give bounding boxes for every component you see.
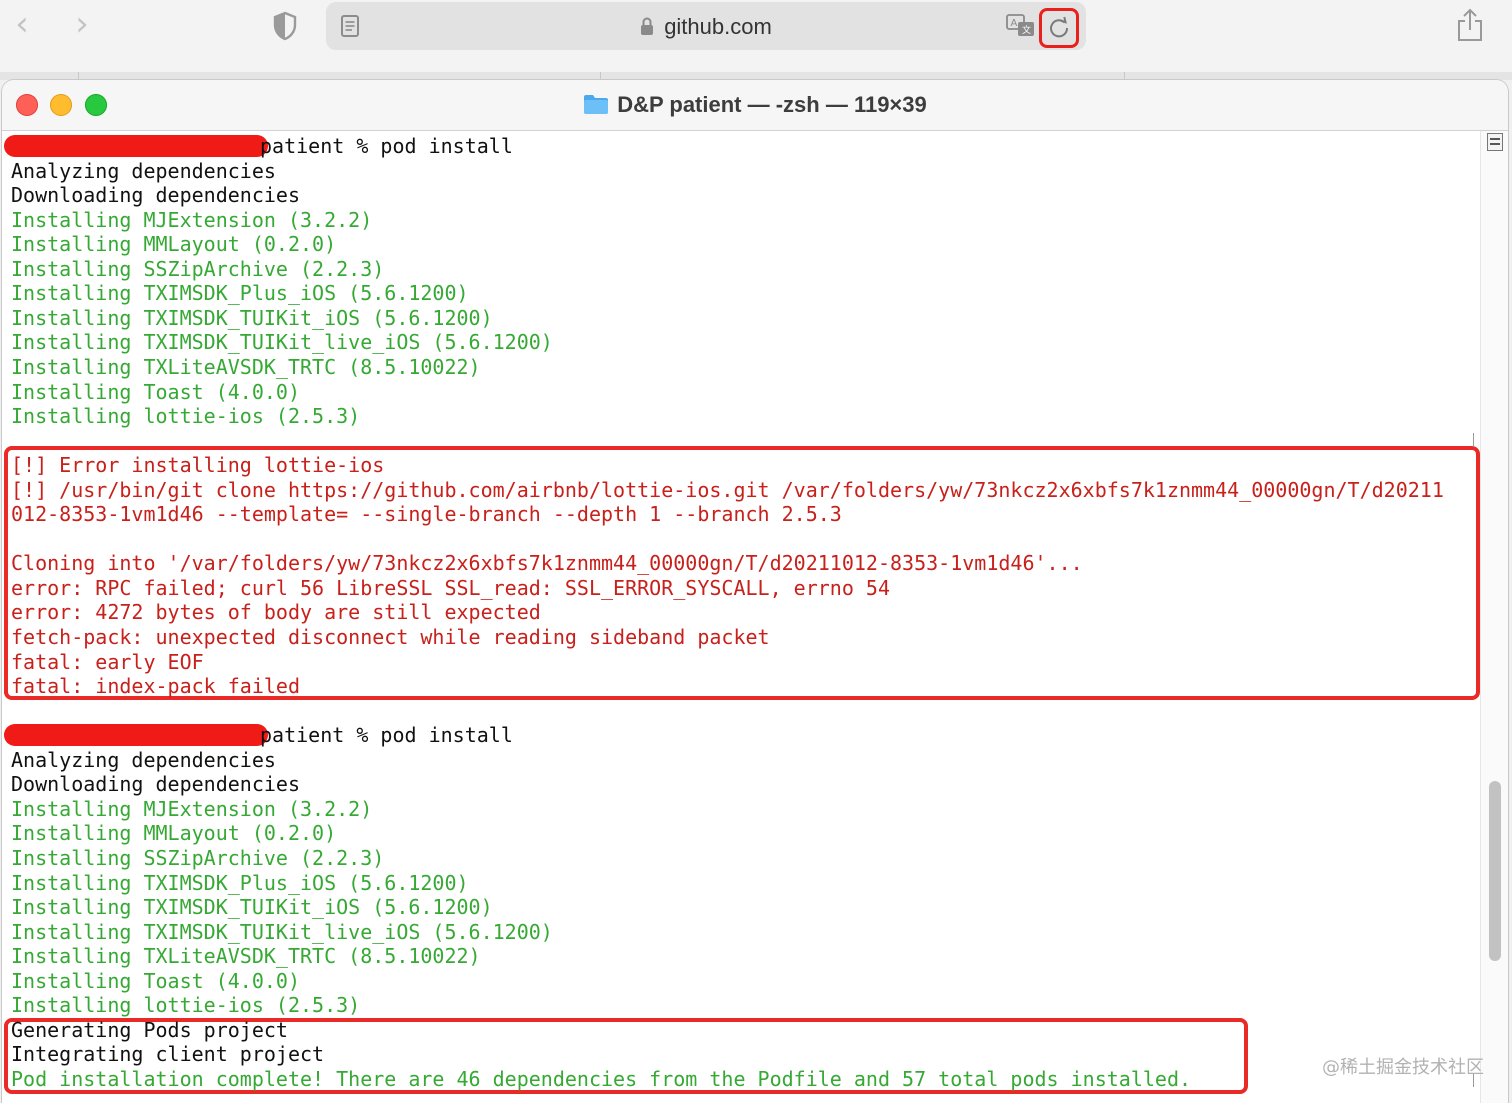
prompt-line: patient % pod install	[260, 134, 513, 158]
watermark: @稀土掘金技术社区	[1322, 1057, 1484, 1078]
svg-text:A: A	[1011, 18, 1018, 29]
terminal-line: Installing TXIMSDK_TUIKit_iOS (5.6.1200)	[11, 895, 493, 920]
redacted-path	[4, 724, 268, 747]
tab-divider	[1124, 72, 1125, 80]
scrollbar[interactable]	[1480, 131, 1508, 1103]
terminal-line: fatal: early EOF	[11, 649, 204, 674]
terminal-line: Cloning into '/var/folders/yw/73nkcz2x6x…	[11, 551, 1083, 576]
tab-divider	[600, 72, 601, 80]
split-pane-button[interactable]	[1487, 133, 1503, 151]
url-text: github.com	[664, 14, 772, 39]
translate-button[interactable]: A 文	[1006, 13, 1036, 39]
back-button[interactable]: ‹	[8, 7, 36, 42]
terminal-line: Installing Toast (4.0.0)	[11, 379, 300, 404]
terminal-line: error: RPC failed; curl 56 LibreSSL SSL_…	[11, 575, 890, 600]
terminal-line: [!] /usr/bin/git clone https://github.co…	[11, 477, 1444, 502]
terminal-output[interactable]: patient % pod install Analyzing dependenc…	[2, 131, 1480, 1103]
terminal-line: Installing TXIMSDK_Plus_iOS (5.6.1200)	[11, 281, 469, 306]
terminal-line: Installing TXLiteAVSDK_TRTC (8.5.10022)	[11, 944, 481, 969]
scrollbar-thumb[interactable]	[1489, 781, 1501, 961]
terminal-line: Installing lottie-ios (2.5.3)	[11, 404, 361, 429]
lock-icon	[641, 17, 654, 35]
terminal-line: Analyzing dependencies	[11, 747, 276, 772]
terminal-line: Installing TXIMSDK_TUIKit_live_iOS (5.6.…	[11, 330, 553, 355]
terminal-line: Pod installation complete! There are 46 …	[11, 1066, 1192, 1091]
terminal-window: D&P patient — -zsh — 119×39 patient % po…	[2, 80, 1508, 1103]
terminal-line: 012-8353-1vm1d46 --template= --single-br…	[11, 502, 842, 527]
svg-text:文: 文	[1022, 24, 1031, 36]
terminal-line: Installing MMLayout (0.2.0)	[11, 821, 337, 846]
terminal-line: Installing TXIMSDK_Plus_iOS (5.6.1200)	[11, 870, 469, 895]
terminal-line: Installing MJExtension (3.2.2)	[11, 796, 373, 821]
redacted-path	[4, 135, 268, 157]
terminal-line: Downloading dependencies	[11, 183, 300, 208]
reload-button[interactable]	[1039, 8, 1079, 48]
terminal-line: Installing TXIMSDK_TUIKit_iOS (5.6.1200)	[11, 305, 493, 330]
terminal-titlebar[interactable]: D&P patient — -zsh — 119×39	[2, 80, 1508, 131]
chevron-left-icon: ‹	[15, 4, 29, 44]
window-title: D&P patient — -zsh — 119×39	[2, 90, 1508, 120]
privacy-report-button[interactable]	[272, 11, 298, 41]
terminal-line: Integrating client project	[11, 1042, 325, 1067]
prompt-line: patient % pod install	[260, 723, 513, 748]
forward-button[interactable]: ›	[68, 7, 96, 42]
url-display[interactable]: github.com	[326, 12, 1086, 42]
terminal-line: Installing TXLiteAVSDK_TRTC (8.5.10022)	[11, 354, 481, 379]
chevron-right-icon: ›	[75, 4, 89, 44]
window-title-text: D&P patient — -zsh — 119×39	[617, 92, 927, 117]
terminal-line: Installing TXIMSDK_TUIKit_live_iOS (5.6.…	[11, 919, 553, 944]
terminal-line: Installing SSZipArchive (2.2.3)	[11, 256, 385, 281]
folder-icon	[584, 95, 609, 114]
translate-icon: A 文	[1006, 14, 1034, 36]
terminal-line: Downloading dependencies	[11, 772, 300, 797]
terminal-line: Installing MJExtension (3.2.2)	[11, 207, 373, 232]
shield-icon	[273, 11, 297, 41]
terminal-line: fatal: index-pack failed	[11, 674, 300, 699]
margin-mark	[1473, 433, 1474, 447]
browser-toolbar: ‹ › github.com A 文	[0, 0, 1512, 73]
reload-icon	[1050, 16, 1069, 38]
terminal-line: [!] Error installing lottie-ios	[11, 453, 385, 478]
terminal-line: fetch-pack: unexpected disconnect while …	[11, 625, 770, 649]
terminal-line: Installing SSZipArchive (2.2.3)	[11, 845, 385, 870]
share-icon	[1458, 8, 1482, 41]
terminal-line: Installing Toast (4.0.0)	[11, 968, 300, 993]
tab-divider	[78, 72, 79, 80]
share-button[interactable]	[1455, 8, 1485, 42]
tab-strip	[0, 72, 1512, 80]
terminal-line: Generating Pods project	[11, 1017, 288, 1042]
address-bar[interactable]: github.com A 文	[326, 2, 1086, 50]
terminal-line: error: 4272 bytes of body are still expe…	[11, 600, 541, 625]
terminal-line: Installing lottie-ios (2.5.3)	[11, 993, 361, 1018]
terminal-line: Installing MMLayout (0.2.0)	[11, 232, 337, 257]
terminal-line: Analyzing dependencies	[11, 158, 276, 183]
